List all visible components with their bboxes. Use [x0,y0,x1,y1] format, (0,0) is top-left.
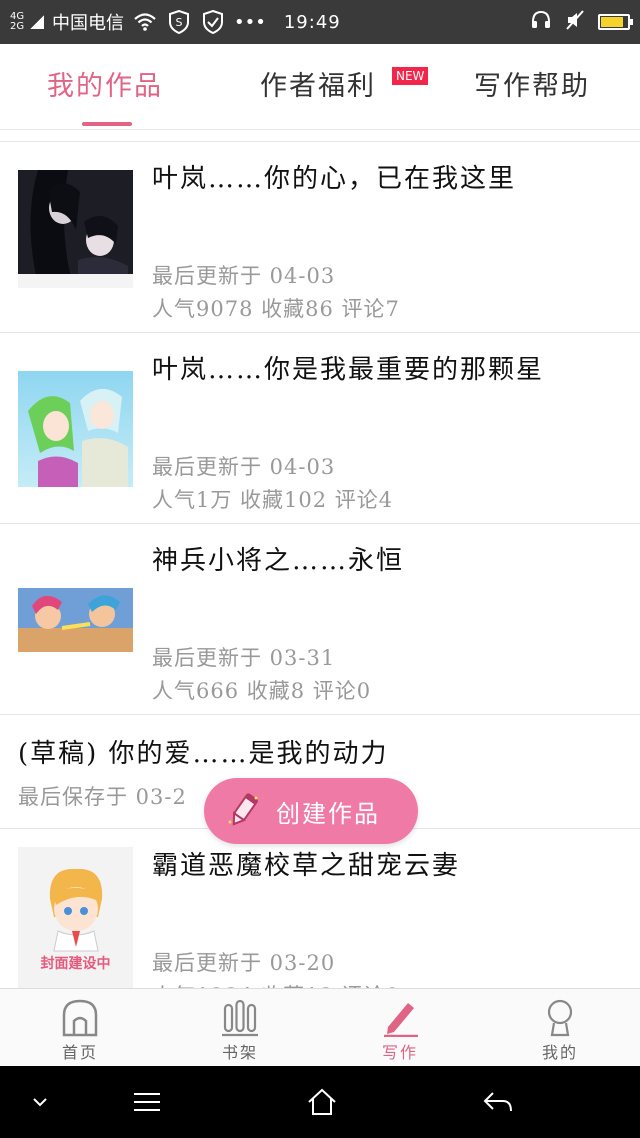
nav-bookshelf[interactable]: 书架 [160,989,320,1067]
nav-home-label: 首页 [61,1043,98,1062]
home-button-icon[interactable] [282,1066,362,1138]
bottom-nav: 首页 书架 写作 我的 [0,988,640,1066]
pencil-icon [228,793,258,826]
status-bar: 4G 2G 中国电信 S ••• 19:49 [0,0,640,44]
tab-author-benefits[interactable]: 作者福利 [260,64,376,103]
work-updated: 最后更新于 04-03 [152,264,336,288]
top-tab-bar: 我的作品 作者福利 NEW 写作帮助 [0,44,640,130]
work-item[interactable]: 神兵小将之……永恒 最后更新于 03-31 人气666 收藏8 评论0 [0,524,640,715]
bookshelf-icon [220,997,260,1037]
wifi-icon [132,9,158,35]
mute-icon [564,9,586,36]
svg-text:S: S [176,16,183,29]
home-icon [60,997,100,1037]
tab-my-works[interactable]: 我的作品 [47,64,163,103]
network-type: 4G 2G [10,11,25,32]
shield-icon: S [166,9,192,35]
nav-mine-label: 我的 [541,1043,578,1062]
carrier-name: 中国电信 [52,13,124,34]
nav-mine[interactable]: 我的 [480,989,640,1067]
headset-icon [530,9,552,36]
profile-icon [540,997,580,1037]
work-updated: 最后更新于 03-20 [152,951,336,975]
work-stats: 人气666 收藏8 评论0 [152,679,372,703]
create-work-button[interactable]: 创建作品 [204,778,418,844]
work-cover[interactable] [18,170,133,288]
collapse-chevron-icon[interactable] [0,1066,80,1138]
write-pen-icon [380,997,420,1037]
more-dots-icon: ••• [234,11,266,33]
works-list: 叶岚……你的心，已在我这里 最后更新于 04-03 人气9078 收藏86 评论… [0,130,640,988]
work-title[interactable]: 叶岚……你是我最重要的那颗星 [152,349,544,386]
work-item[interactable]: 叶岚……你的心，已在我这里 最后更新于 04-03 人气9078 收藏86 评论… [0,142,640,333]
system-nav-bar [0,1066,640,1138]
signal-icon [30,15,44,29]
work-item[interactable]: 叶岚……你是我最重要的那颗星 最后更新于 04-03 人气1万 收藏102 评论… [0,333,640,524]
work-item[interactable]: 封面建设中 霸道恶魔校草之甜宠云妻 最后更新于 03-20 人气1234 收藏1… [0,829,640,988]
work-title[interactable]: 神兵小将之……永恒 [152,540,404,577]
nav-write[interactable]: 写作 [320,989,480,1067]
work-cover[interactable] [18,371,133,487]
work-title[interactable]: 叶岚……你的心，已在我这里 [152,158,516,195]
tab-writing-help[interactable]: 写作帮助 [474,64,590,103]
battery-level [601,17,624,27]
battery-icon [598,14,633,30]
nav-write-label: 写作 [381,1043,418,1062]
active-tab-indicator [82,122,132,126]
work-cover[interactable] [18,588,133,652]
work-updated: 最后更新于 04-03 [152,455,336,479]
work-title[interactable]: 霸道恶魔校草之甜宠云妻 [152,845,460,882]
menu-icon[interactable] [107,1066,187,1138]
work-stats: 人气1234 收藏13 评论0 [152,980,400,988]
clock: 19:49 [283,11,341,33]
back-icon[interactable] [458,1066,538,1138]
cover-placeholder-label: 封面建设中 [40,956,111,972]
work-cover[interactable]: 封面建设中 [18,847,133,988]
new-badge: NEW [392,67,429,85]
draft-title[interactable]: (草稿) 你的爱……是我的动力 [18,733,389,770]
draft-saved: 最后保存于 03-2 [18,785,187,809]
security-check-icon [200,9,226,35]
nav-home[interactable]: 首页 [0,989,160,1067]
nav-bookshelf-label: 书架 [221,1043,258,1062]
list-top-divider [0,130,640,142]
work-updated: 最后更新于 03-31 [152,646,336,670]
work-stats: 人气9078 收藏86 评论7 [152,297,400,321]
create-work-label: 创建作品 [276,799,380,828]
work-stats: 人气1万 收藏102 评论4 [152,488,394,512]
